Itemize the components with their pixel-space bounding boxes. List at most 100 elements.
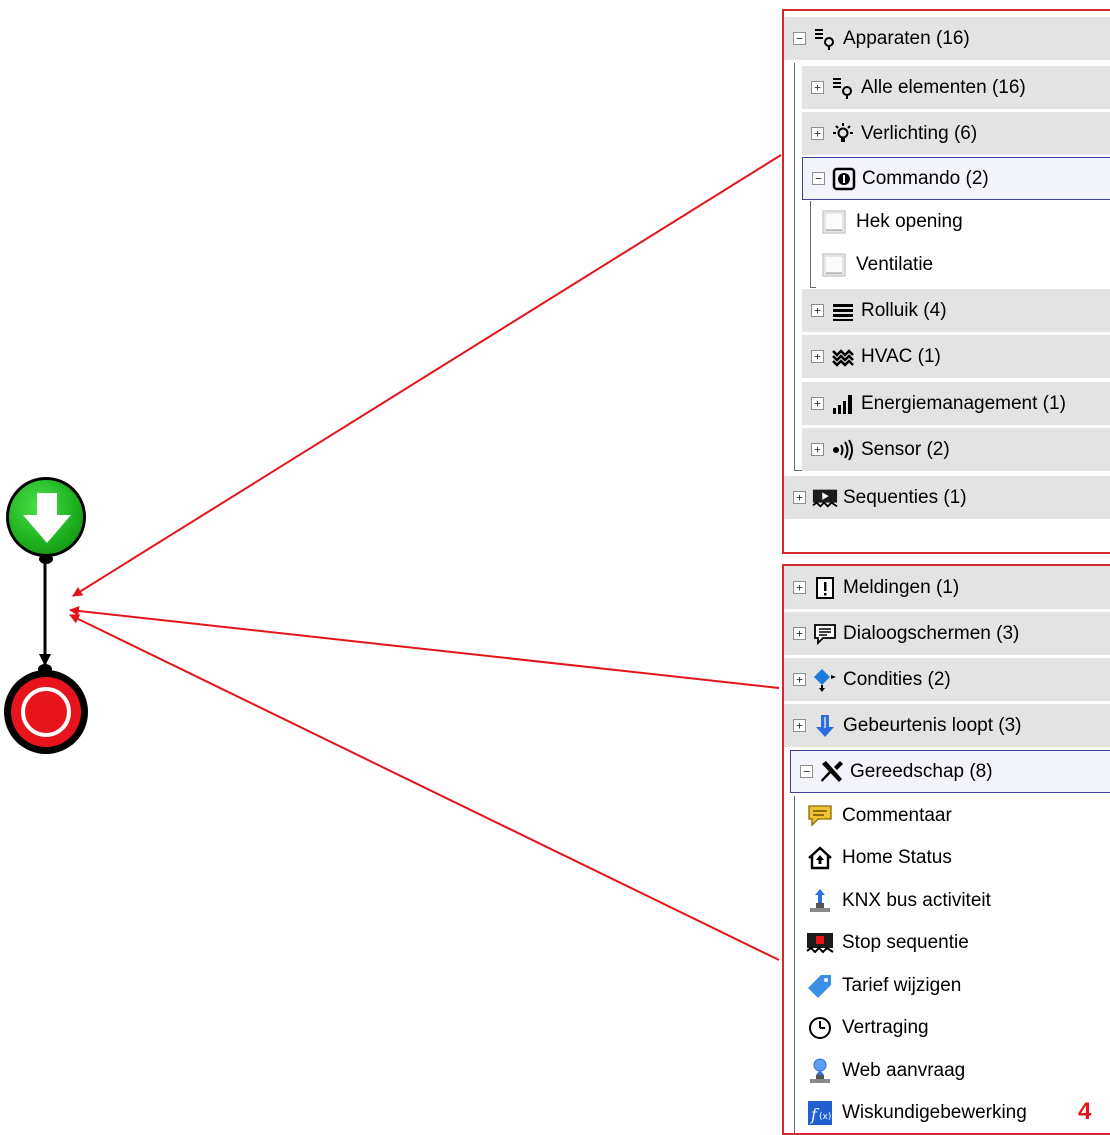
expand-toggle[interactable]: + — [811, 443, 824, 456]
tool-label: Vertraging — [842, 1017, 929, 1038]
tree-node-verlichting[interactable]: + Verlichting (6) — [802, 112, 1110, 155]
expand-toggle[interactable]: + — [793, 673, 806, 686]
knx-bus-icon — [806, 887, 834, 915]
expand-toggle[interactable]: + — [793, 491, 806, 504]
tool-label: Home Status — [842, 847, 952, 868]
stop-node[interactable] — [4, 670, 88, 754]
device-ventilatie[interactable]: Ventilatie — [820, 244, 933, 286]
tool-knx-bus[interactable]: KNX bus activiteit — [806, 880, 991, 922]
tool-stop-sequentie[interactable]: Stop sequentie — [806, 922, 969, 964]
tools-icon — [819, 759, 845, 785]
expand-toggle[interactable]: + — [811, 81, 824, 94]
step-number: 4 — [1078, 1098, 1092, 1125]
hvac-icon — [830, 344, 856, 370]
tree-node-label: Meldingen (1) — [843, 576, 960, 598]
energy-bars-icon — [830, 391, 856, 417]
device-hek-opening[interactable]: Hek opening — [820, 201, 963, 243]
annotation-arrow-tools — [69, 614, 780, 961]
expand-toggle[interactable]: + — [811, 304, 824, 317]
tool-label: Wiskundigebewerking — [842, 1102, 1027, 1123]
web-request-icon — [806, 1057, 834, 1085]
tree-guide — [794, 63, 795, 471]
tool-vertraging[interactable]: Vertraging — [806, 1007, 929, 1049]
tree-node-label: Sequenties (1) — [843, 486, 967, 508]
tree-node-label: Gebeurtenis loopt (3) — [843, 714, 1022, 736]
tree-node-label: Apparaten (16) — [843, 27, 970, 49]
device-label: Hek opening — [856, 211, 963, 232]
devices-panel: − Apparaten (16) + Alle elementen (16) +… — [782, 9, 1110, 554]
switch-icon — [820, 251, 848, 279]
clock-icon — [806, 1014, 834, 1042]
sequence-icon — [812, 485, 838, 511]
collapse-toggle[interactable]: − — [800, 765, 813, 778]
tree-node-dialoogschermen[interactable]: + Dialoogschermen (3) — [784, 612, 1110, 655]
collapse-toggle[interactable]: − — [812, 172, 825, 185]
tree-node-label: Verlichting (6) — [861, 122, 978, 144]
tool-commentaar[interactable]: Commentaar — [806, 795, 952, 837]
home-status-icon — [806, 844, 834, 872]
tree-node-gebeurtenis-loopt[interactable]: + Gebeurtenis loopt (3) — [784, 704, 1110, 747]
condition-icon — [812, 667, 838, 693]
sensor-icon — [830, 437, 856, 463]
tree-guide — [794, 796, 795, 1133]
tree-guide — [810, 201, 811, 287]
tool-wiskundigebewerking[interactable]: f (x) Wiskundigebewerking — [806, 1092, 1027, 1133]
device-list-icon — [812, 26, 838, 52]
tree-node-label: Sensor (2) — [861, 438, 950, 460]
notification-icon — [812, 575, 838, 601]
tree-node-label: Dialoogschermen (3) — [843, 622, 1020, 644]
comment-icon — [806, 802, 834, 830]
tree-node-label: Gereedschap (8) — [850, 760, 993, 782]
svg-text:(x): (x) — [819, 1112, 831, 1122]
expand-toggle[interactable]: + — [793, 719, 806, 732]
tree-node-label: Alle elementen (16) — [861, 76, 1026, 98]
tool-label: Web aanvraag — [842, 1060, 966, 1081]
command-icon — [831, 166, 857, 192]
stop-sequence-icon — [806, 929, 834, 957]
expand-toggle[interactable]: + — [811, 127, 824, 140]
tool-label: KNX bus activiteit — [842, 890, 991, 911]
down-arrow-icon — [23, 493, 71, 543]
tree-node-apparaten[interactable]: − Apparaten (16) — [784, 17, 1110, 60]
start-node[interactable] — [6, 477, 86, 557]
collapse-toggle[interactable]: − — [793, 32, 806, 45]
tool-home-status[interactable]: Home Status — [806, 837, 952, 879]
math-function-icon: f (x) — [806, 1099, 834, 1127]
expand-toggle[interactable]: + — [793, 581, 806, 594]
tree-node-condities[interactable]: + Condities (2) — [784, 658, 1110, 701]
stop-icon — [21, 687, 71, 737]
tree-node-label: Commando (2) — [862, 167, 989, 189]
tree-node-energiemanagement[interactable]: + Energiemanagement (1) — [802, 382, 1110, 425]
annotation-arrow-devices — [72, 154, 782, 597]
expand-toggle[interactable]: + — [793, 627, 806, 640]
expand-toggle[interactable]: + — [811, 350, 824, 363]
tree-node-hvac[interactable]: + HVAC (1) — [802, 335, 1110, 378]
tree-node-meldingen[interactable]: + Meldingen (1) — [784, 566, 1110, 609]
tool-label: Stop sequentie — [842, 932, 969, 953]
shutter-icon — [830, 298, 856, 324]
tree-node-label: Rolluik (4) — [861, 299, 947, 321]
expand-toggle[interactable]: + — [811, 397, 824, 410]
event-arrow-icon — [812, 713, 838, 739]
tree-node-gereedschap[interactable]: − Gereedschap (8) — [790, 750, 1110, 793]
tool-web-aanvraag[interactable]: Web aanvraag — [806, 1050, 965, 1092]
tree-node-alle-elementen[interactable]: + Alle elementen (16) — [802, 66, 1110, 109]
tool-label: Tarief wijzigen — [842, 975, 962, 996]
tree-node-rolluik[interactable]: + Rolluik (4) — [802, 289, 1110, 332]
device-list-icon — [830, 75, 856, 101]
tools-panel: + Meldingen (1) + Dialoogschermen (3) + … — [782, 564, 1110, 1135]
device-label: Ventilatie — [856, 254, 934, 275]
tree-guide — [794, 470, 802, 471]
tree-node-commando[interactable]: − Commando (2) — [802, 157, 1110, 200]
tree-node-sensor[interactable]: + Sensor (2) — [802, 428, 1110, 471]
annotation-arrow-conditions — [69, 606, 780, 689]
tree-guide — [810, 287, 816, 288]
start-node-port[interactable] — [39, 554, 53, 564]
tree-node-label: Energiemanagement (1) — [861, 392, 1066, 414]
tree-node-sequenties[interactable]: + Sequenties (1) — [784, 476, 1110, 519]
tool-tarief-wijzigen[interactable]: Tarief wijzigen — [806, 965, 961, 1007]
light-bulb-icon — [830, 121, 856, 147]
tree-node-label: HVAC (1) — [861, 345, 941, 367]
tree-node-label: Condities (2) — [843, 668, 951, 690]
switch-icon — [820, 208, 848, 236]
